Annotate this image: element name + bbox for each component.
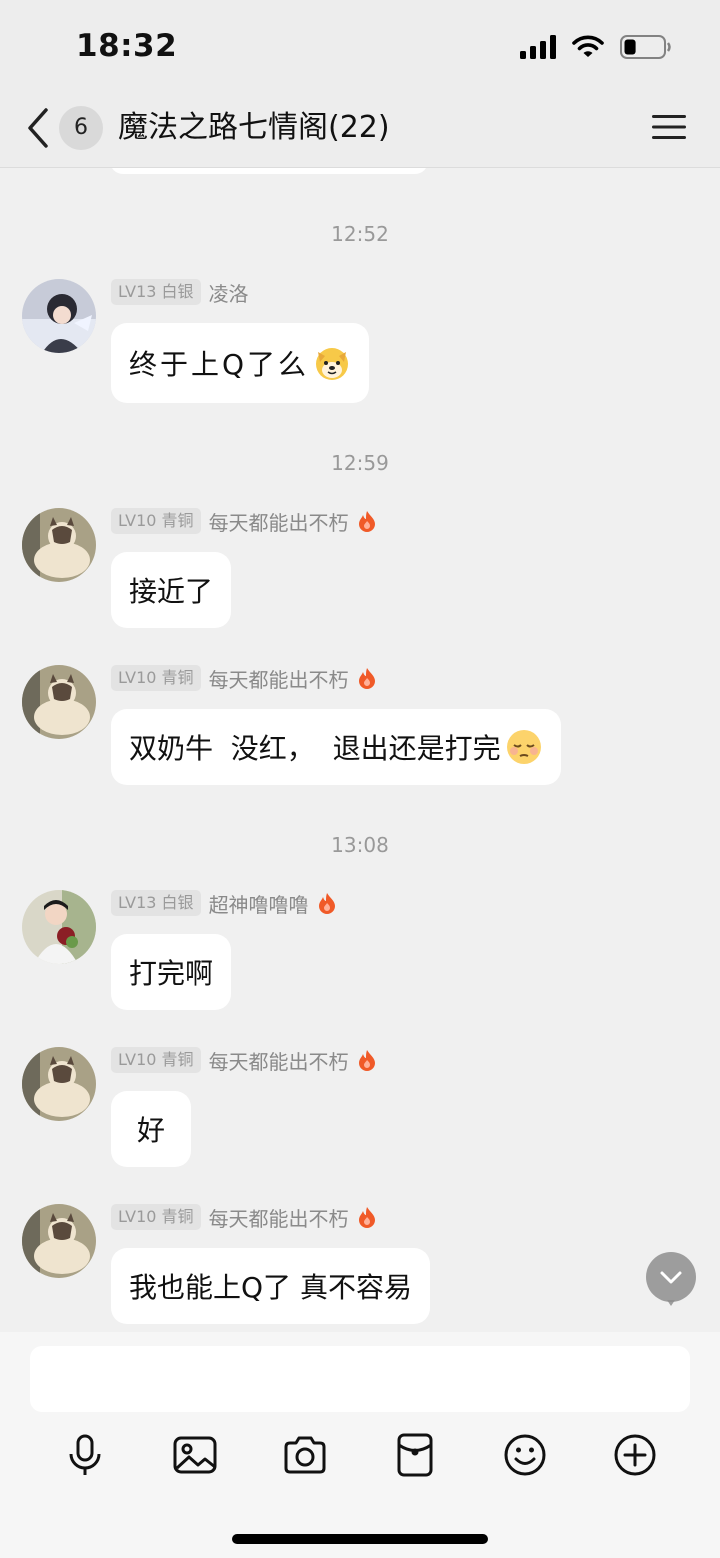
message-meta: LV10 青铜 每天都能出不朽 [111,1203,377,1232]
flame-icon [358,1050,375,1071]
message-bubble[interactable]: 双奶牛 没红， 退出还是打完 [111,709,561,785]
message-meta: LV10 青铜 每天都能出不朽 [111,1046,377,1075]
message-text: 终于上Q了么 [129,348,310,381]
level-badge: LV10 青铜 [111,665,201,691]
sender-name[interactable]: 每天都能出不朽 [209,507,349,536]
image-icon[interactable] [172,1432,218,1478]
back-button[interactable] [22,106,58,150]
timestamp-divider: 12:59 [331,451,389,475]
cellular-signal-icon [520,35,556,59]
message-meta: LV10 青铜 每天都能出不朽 [111,664,377,693]
avatar[interactable] [22,1204,96,1278]
message-meta: LV13 白银 超神噜噜噜 [111,889,337,918]
unread-count-badge[interactable]: 6 [59,106,103,150]
sender-name[interactable]: 每天都能出不朽 [209,1203,349,1232]
avatar[interactable] [22,279,96,353]
message-text: 好 [137,1114,166,1147]
message-input[interactable] [30,1346,690,1412]
status-time: 18:32 [76,28,178,64]
flame-icon [358,668,375,689]
flame-icon [318,893,335,914]
message-bubble[interactable]: 好 [111,1091,192,1167]
level-badge: LV10 青铜 [111,1204,201,1230]
timestamp-divider: 12:52 [331,222,389,246]
level-badge: LV13 白银 [111,890,201,916]
plus-circle-icon[interactable] [612,1432,658,1478]
battery-icon [620,35,671,59]
message-text: 双奶牛 没红， 退出还是打完 [129,732,501,765]
message-bubble[interactable]: 终于上Q了么 [111,323,370,403]
red-packet-icon[interactable] [392,1432,438,1478]
flame-icon [358,511,375,532]
status-bar: 18:32 [0,0,720,92]
wifi-icon [572,35,604,57]
timestamp-divider: 13:08 [331,833,389,857]
status-icons [520,34,672,60]
level-badge: LV13 白银 [111,279,201,305]
chat-title: 魔法之路七情阁(22) [118,110,390,145]
chat-header: 6 魔法之路七情阁(22) [0,92,720,168]
sender-name[interactable]: 每天都能出不朽 [209,1046,349,1075]
menu-icon[interactable] [652,112,686,142]
sender-name[interactable]: 每天都能出不朽 [209,664,349,693]
avatar[interactable] [22,1047,96,1121]
sender-name[interactable]: 凌洛 [209,278,249,307]
emoji-icon[interactable] [502,1432,548,1478]
level-badge: LV10 青铜 [111,508,201,534]
avatar[interactable] [22,890,96,964]
avatar[interactable] [22,665,96,739]
message-meta: LV13 白银 凌洛 [111,278,249,307]
message-list[interactable]: 12:52 LV13 白银 凌洛 终于上Q了么 12:59 LV10 青铜 每天… [0,168,720,1332]
home-indicator [232,1534,488,1544]
message-text: 接近了 [129,575,214,608]
message-bubble[interactable]: 打完啊 [111,934,232,1010]
level-badge: LV10 青铜 [111,1047,201,1073]
message-bubble[interactable]: 我也能上Q了 真不容易 [111,1248,430,1324]
flame-icon [358,1207,375,1228]
dog-face-emoji-icon [316,348,349,380]
camera-icon[interactable] [282,1432,328,1478]
pensive-face-emoji-icon [506,730,541,764]
scroll-to-bottom-button[interactable] [646,1252,696,1306]
input-area [0,1332,720,1558]
message-meta: LV10 青铜 每天都能出不朽 [111,507,377,536]
message-text: 我也能上Q了 真不容易 [129,1271,412,1304]
message-bubble[interactable]: 接近了 [111,552,232,628]
avatar[interactable] [22,508,96,582]
previous-message-bubble[interactable] [110,168,428,174]
microphone-icon[interactable] [62,1432,108,1478]
sender-name[interactable]: 超神噜噜噜 [209,889,309,918]
message-text: 打完啊 [129,957,214,990]
